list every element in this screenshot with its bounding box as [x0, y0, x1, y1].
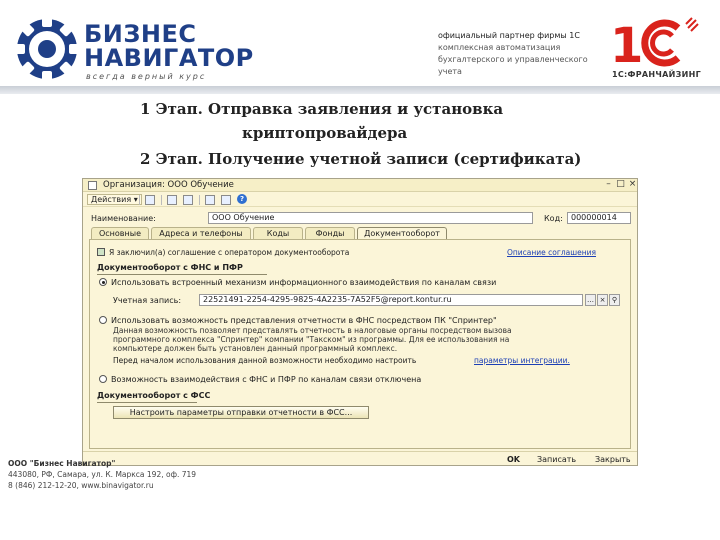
actions-menu-button[interactable]: Действия ▾	[87, 194, 142, 205]
tab-document-flow[interactable]: Документооборот	[357, 227, 447, 239]
spinter-description: Данная возможность позволяет представлят…	[113, 326, 625, 353]
section-divider	[97, 402, 197, 403]
toolbar: Действия ▾ ?	[83, 193, 637, 207]
toolbar-separator	[139, 195, 140, 205]
compass-logo-icon	[13, 15, 81, 83]
1c-logo-icon: 1	[610, 17, 699, 70]
help-icon[interactable]: ?	[237, 194, 247, 204]
radio-spinter-label: Использовать возможность представления о…	[111, 316, 497, 325]
account-field[interactable]: 22521491-2254-4295-9825-4A2235-7A52F5@re…	[199, 294, 583, 306]
window-title: Организация: ООО Обучение	[103, 180, 234, 190]
radio-builtin-exchange-label: Использовать встроенный механизм информа…	[111, 278, 497, 287]
tab-addresses[interactable]: Адреса и телефоны	[151, 227, 251, 239]
integration-settings-link[interactable]: параметры интеграции.	[474, 356, 570, 365]
tab-main[interactable]: Основные	[91, 227, 149, 239]
toolbar-separator	[161, 195, 162, 205]
agreement-description-link[interactable]: Описание соглашения	[507, 248, 596, 257]
partner-text: официальный партнер фирмы 1С комплексная…	[438, 30, 610, 78]
account-clear-button[interactable]: ×	[597, 294, 608, 306]
radio-exchange-off-label: Возможность взаимодействия с ФНС и ПФР п…	[111, 375, 422, 384]
partner-line: официальный партнер фирмы 1С	[438, 31, 580, 40]
footer-contacts: 8 (846) 212-12-20, www.binavigator.ru	[8, 481, 154, 490]
integration-note: Перед началом использования данной возмо…	[113, 356, 417, 365]
partner-line: бухгалтерского и управленческого учета	[438, 55, 588, 76]
minimize-icon[interactable]: –	[603, 180, 614, 190]
agreement-checkbox-label: Я заключил(а) соглашение с оператором до…	[109, 248, 350, 257]
section-fns-title: Документооборот с ФНС и ПФР	[97, 263, 243, 272]
structure-icon[interactable]	[167, 195, 177, 205]
slide-header: БИЗНЕС НАВИГАТОР всегда верный курс офиц…	[0, 0, 720, 92]
svg-text:1: 1	[610, 18, 643, 70]
print-icon[interactable]	[183, 195, 193, 205]
account-select-button[interactable]: …	[585, 294, 596, 306]
step2-title: 2 Этап. Получение учетной записи (сертиф…	[140, 150, 582, 168]
slide-footer: ООО "Бизнес Навигатор" 443080, РФ, Самар…	[8, 458, 268, 491]
organization-window: Организация: ООО Обучение – □ × Действия…	[82, 178, 638, 466]
refresh-icon[interactable]	[145, 195, 155, 205]
footer-address: 443080, РФ, Самара, ул. К. Маркса 192, о…	[8, 470, 197, 479]
radio-spinter[interactable]	[99, 316, 107, 324]
spinter-description-line: Данная возможность позволяет представлят…	[113, 326, 512, 335]
code-field[interactable]: 000000014	[567, 212, 631, 224]
files-icon[interactable]	[205, 195, 215, 205]
footer-divider	[83, 451, 637, 452]
brand-tagline: всегда верный курс	[86, 72, 207, 81]
name-label: Наименование:	[91, 214, 156, 223]
radio-exchange-off[interactable]	[99, 375, 107, 383]
spinter-description-line: программного комплекса "Спринтер" компан…	[113, 335, 510, 344]
ok-button[interactable]: OK	[507, 454, 520, 465]
footer-company: ООО "Бизнес Навигатор"	[8, 459, 116, 468]
franchise-label: 1С:ФРАНЧАЙЗИНГ	[612, 70, 702, 79]
account-label: Учетная запись:	[113, 296, 182, 305]
radio-builtin-exchange[interactable]	[99, 278, 107, 286]
form-icon	[88, 181, 97, 190]
close-icon[interactable]: ×	[627, 180, 638, 190]
agreement-checkbox[interactable]	[97, 248, 105, 256]
toolbar-separator	[199, 195, 200, 205]
fss-settings-button[interactable]: Настроить параметры отправки отчетности …	[113, 406, 369, 419]
step1-title: 1 Этап. Отправка заявления и установка	[140, 100, 504, 118]
report-icon[interactable]	[221, 195, 231, 205]
code-label: Код:	[544, 214, 563, 223]
brand-name-line2: НАВИГАТОР	[84, 44, 254, 72]
header-divider	[0, 86, 720, 94]
maximize-icon[interactable]: □	[615, 180, 626, 190]
partner-line: комплексная автоматизация	[438, 43, 561, 52]
window-titlebar: Организация: ООО Обучение – □ ×	[83, 179, 637, 192]
tab-funds[interactable]: Фонды	[305, 227, 355, 239]
step1-title-line2: криптопровайдера	[242, 124, 408, 142]
section-divider	[97, 274, 267, 275]
account-open-icon[interactable]: ⚲	[609, 294, 620, 306]
close-button[interactable]: Закрыть	[595, 454, 631, 465]
spinter-description-line: компьютере должен быть установлен данный…	[113, 344, 398, 353]
tab-codes[interactable]: Коды	[253, 227, 303, 239]
name-field[interactable]: ООО Обучение	[208, 212, 533, 224]
section-fss-title: Документооборот с ФСС	[97, 391, 211, 400]
save-button[interactable]: Записать	[537, 454, 576, 465]
